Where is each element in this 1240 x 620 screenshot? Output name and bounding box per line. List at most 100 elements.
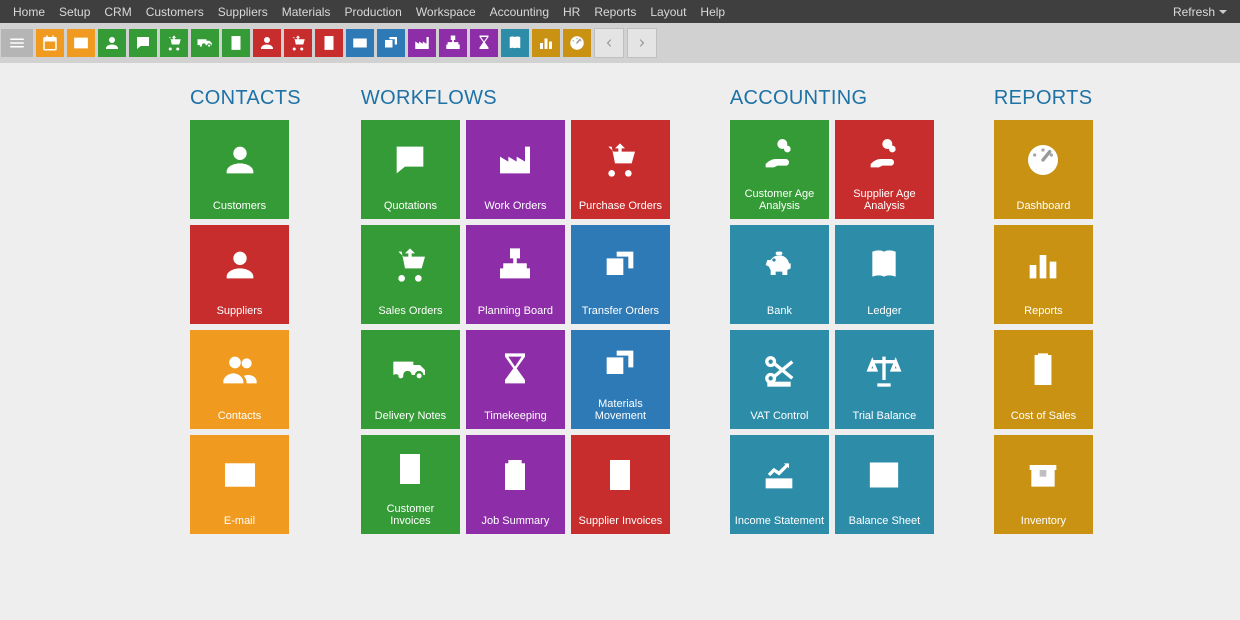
email-tile[interactable]: E-mail: [190, 435, 289, 534]
toolbar-card[interactable]: [346, 29, 374, 57]
menu-suppliers[interactable]: Suppliers: [211, 2, 275, 22]
planning-board-tile[interactable]: Planning Board: [466, 225, 565, 324]
toolbar-purchase-cart[interactable]: [284, 29, 312, 57]
menu-crm[interactable]: CRM: [97, 2, 138, 22]
toolbar-sales-cart[interactable]: [160, 29, 188, 57]
quotations-tile-icon-wrap: [390, 120, 430, 200]
menu-workspace[interactable]: Workspace: [409, 2, 483, 22]
book-icon: [864, 245, 904, 285]
email-tile-label: E-mail: [220, 515, 259, 528]
timekeeping-tile[interactable]: Timekeeping: [466, 330, 565, 429]
hand-icon: [864, 134, 904, 174]
transfer-icon: [600, 245, 640, 285]
toolbar-cards[interactable]: [377, 29, 405, 57]
job-summary-tile[interactable]: Job Summary: [466, 435, 565, 534]
nav-forward-button[interactable]: [627, 28, 657, 58]
box-icon: [1023, 455, 1063, 495]
doc-icon: [227, 34, 245, 52]
trial-balance-tile[interactable]: Trial Balance: [835, 330, 934, 429]
ledger-tile[interactable]: Ledger: [835, 225, 934, 324]
menu-layout[interactable]: Layout: [643, 2, 693, 22]
toolbar-supplier-invoice-doc[interactable]: [315, 29, 343, 57]
factory-icon: [495, 140, 535, 180]
supplier-invoices-tile-icon-wrap: [600, 435, 640, 515]
toolbar-reports-bar[interactable]: [532, 29, 560, 57]
menubar: Home Setup CRM Customers Suppliers Mater…: [0, 0, 1240, 23]
dashboard-tile-label: Dashboard: [1013, 200, 1075, 213]
materials-movement-tile-icon-wrap: [600, 330, 640, 398]
toolbar-crm-comment[interactable]: [129, 29, 157, 57]
person-icon: [258, 34, 276, 52]
delivery-notes-tile-icon-wrap: [390, 330, 430, 410]
toolbar-invoice-doc[interactable]: [222, 29, 250, 57]
cost-of-sales-tile[interactable]: Cost of Sales: [994, 330, 1093, 429]
income-statement-tile[interactable]: Income Statement: [730, 435, 829, 534]
toolbar-delivery[interactable]: [191, 29, 219, 57]
customer-invoices-tile[interactable]: Customer Invoices: [361, 435, 460, 534]
toolbar-timekeeping[interactable]: [470, 29, 498, 57]
quotations-tile[interactable]: Quotations: [361, 120, 460, 219]
delivery-notes-tile[interactable]: Delivery Notes: [361, 330, 460, 429]
menu-reports[interactable]: Reports: [587, 2, 643, 22]
delivery-notes-tile-label: Delivery Notes: [371, 410, 451, 423]
inventory-tile[interactable]: Inventory: [994, 435, 1093, 534]
purchase-orders-tile-label: Purchase Orders: [575, 200, 666, 213]
nav-back-button[interactable]: [594, 28, 624, 58]
bank-tile-label: Bank: [763, 305, 796, 318]
supplier-invoices-tile[interactable]: Supplier Invoices: [571, 435, 670, 534]
chevron-left-icon: [602, 36, 616, 50]
sales-orders-tile[interactable]: Sales Orders: [361, 225, 460, 324]
menu-accounting[interactable]: Accounting: [483, 2, 556, 22]
materials-movement-tile[interactable]: Materials Movement: [571, 330, 670, 429]
job-summary-tile-label: Job Summary: [477, 515, 553, 528]
toolbar-factory[interactable]: [408, 29, 436, 57]
contacts-tile[interactable]: Contacts: [190, 330, 289, 429]
work-orders-tile-label: Work Orders: [480, 200, 550, 213]
toolbar-customers[interactable]: [98, 29, 126, 57]
vat-control-tile[interactable]: VAT Control: [730, 330, 829, 429]
people-icon: [220, 350, 260, 390]
bank-tile[interactable]: Bank: [730, 225, 829, 324]
toolbar-ledger[interactable]: [501, 29, 529, 57]
menu-production[interactable]: Production: [337, 2, 408, 22]
customer-age-tile[interactable]: Customer Age Analysis: [730, 120, 829, 219]
toolbar-suppliers[interactable]: [253, 29, 281, 57]
sales-orders-tile-icon-wrap: [390, 225, 430, 305]
toolbar-planning[interactable]: [439, 29, 467, 57]
work-orders-tile[interactable]: Work Orders: [466, 120, 565, 219]
toolbar-calendar[interactable]: [36, 29, 64, 57]
mail-icon: [72, 34, 90, 52]
hourglass-icon: [475, 34, 493, 52]
supplier-age-tile[interactable]: Supplier Age Analysis: [835, 120, 934, 219]
dashboard-tile[interactable]: Dashboard: [994, 120, 1093, 219]
suppliers-tile[interactable]: Suppliers: [190, 225, 289, 324]
timekeeping-tile-label: Timekeeping: [480, 410, 551, 423]
toolbar-dashboard-gauge[interactable]: [563, 29, 591, 57]
dashboard-tile-icon-wrap: [1023, 120, 1063, 200]
balance-sheet-tile-label: Balance Sheet: [845, 515, 925, 528]
menu-customers[interactable]: Customers: [139, 2, 211, 22]
supplier-age-tile-icon-wrap: [864, 120, 904, 188]
reports-tile[interactable]: Reports: [994, 225, 1093, 324]
menu-hr[interactable]: HR: [556, 2, 587, 22]
job-summary-tile-icon-wrap: [495, 435, 535, 515]
menu-materials[interactable]: Materials: [275, 2, 338, 22]
menu-help[interactable]: Help: [693, 2, 732, 22]
purchase-orders-tile[interactable]: Purchase Orders: [571, 120, 670, 219]
balance-sheet-tile[interactable]: Balance Sheet: [835, 435, 934, 534]
inventory-tile-icon-wrap: [1023, 435, 1063, 515]
toolbar-menu-hamburger[interactable]: [1, 29, 33, 57]
toolbar-mail[interactable]: [67, 29, 95, 57]
comment-icon: [390, 140, 430, 180]
card-icon: [351, 34, 369, 52]
inventory-tile-label: Inventory: [1017, 515, 1070, 528]
menu-refresh[interactable]: Refresh: [1166, 2, 1234, 22]
cart-icon: [165, 34, 183, 52]
transfer-orders-tile[interactable]: Transfer Orders: [571, 225, 670, 324]
hourglass-icon: [495, 350, 535, 390]
menu-setup[interactable]: Setup: [52, 2, 97, 22]
person-icon: [220, 140, 260, 180]
customers-tile-label: Customers: [209, 200, 270, 213]
customers-tile[interactable]: Customers: [190, 120, 289, 219]
menu-home[interactable]: Home: [6, 2, 52, 22]
